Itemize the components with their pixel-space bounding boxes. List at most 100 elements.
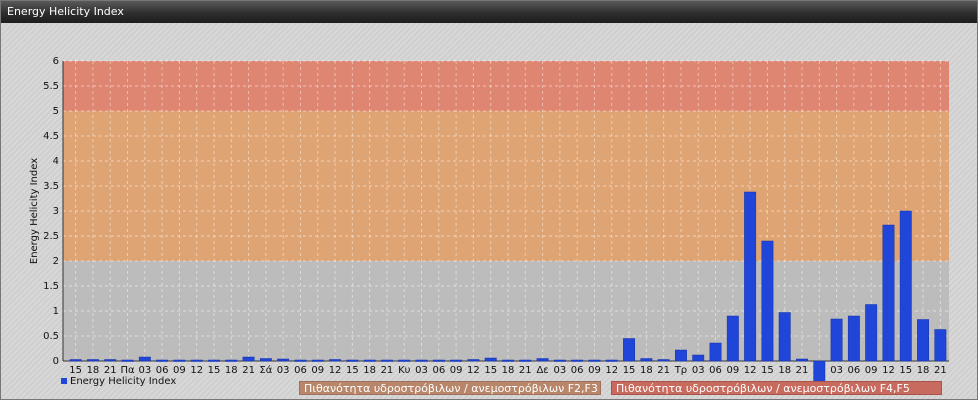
bar [138,356,151,362]
x-tick-label: 06 [432,365,445,376]
x-tick-label: 06 [294,365,307,376]
bar [657,359,670,362]
bar [329,359,342,362]
x-tick-label: 12 [744,365,757,376]
y-tick-label: 0 [53,356,59,367]
bar [190,359,203,362]
y-tick-label: 1 [53,306,59,317]
y-tick-label: 4.5 [43,131,59,142]
y-tick-label: 3.5 [43,181,59,192]
x-tick-label: 09 [173,365,186,376]
x-tick-label: 21 [519,365,532,376]
bar [519,359,532,362]
x-tick-label: 21 [657,365,670,376]
energy-helicity-chart: 0 0.5 1 1.5 2 2.5 3 3.5 4 4.5 5 5.5 6 Energy Helicity… [29,56,949,393]
x-tick-label: 21 [796,365,809,376]
bar [674,349,687,362]
bar [208,359,220,362]
x-tick-label: 21 [381,365,394,376]
bar [778,312,791,362]
x-tick-label: 18 [778,365,791,376]
x-tick-label: 18 [640,365,653,376]
bar [865,304,878,362]
x-tick-label: 12 [329,365,342,376]
x-tick-label: 06 [571,365,584,376]
y-tick-label: 0.5 [43,331,59,342]
x-tick-label: 18 [225,365,238,376]
bar [277,358,290,362]
y-axis-label: Energy Helicity Index [29,158,40,264]
bar [640,358,653,362]
bar [156,359,169,362]
bar [571,359,584,362]
x-tick-label: Σά [259,364,272,376]
x-tick-label: 03 [554,365,567,376]
bar [104,359,117,362]
bar [934,329,947,362]
bar [311,359,324,362]
x-tick-label: 06 [709,365,722,376]
x-tick-label: 12 [467,365,480,376]
y-tick-label: 1.5 [43,281,59,292]
x-tick-label: 15 [69,365,82,376]
bar [450,359,463,362]
bar [709,342,722,362]
x-tick-label: 18 [363,365,376,376]
x-tick-label: 06 [156,365,169,376]
x-tick-label: 03 [692,365,705,376]
bar [432,359,445,362]
bar [899,210,912,362]
x-tick-label: 09 [726,365,739,376]
bar [605,359,618,362]
x-tick-label: 15 [623,365,636,376]
bar [726,315,739,362]
x-tick-label: 15 [208,365,221,376]
x-tick-label: 03 [138,365,151,376]
x-tick-label: 03 [277,365,290,376]
x-tick-label: Τρ [674,365,687,376]
x-tick-label: 21 [242,365,255,376]
bar [882,224,895,362]
x-tick-label: 06 [848,365,861,376]
x-tick-label: 09 [450,365,463,376]
x-tick-label: 12 [190,365,203,376]
bar [484,357,497,362]
bar [363,359,376,362]
bar [415,359,428,362]
bar [744,191,757,362]
series-legend: Energy Helicity Index [61,376,176,387]
bar [294,359,307,362]
y-tick-label: 3 [53,206,59,217]
x-tick-label: 15 [346,365,359,376]
bar [502,359,514,362]
bar [69,359,82,362]
band-legend-f2f3: Πιθανότητα υδροστρόβιλων / ανεμοστρόβιλω… [299,381,601,395]
x-tick-label: 18 [502,365,515,376]
bar [761,240,774,362]
x-tick-label: Κυ [398,365,411,376]
x-tick-label: 21 [104,365,117,376]
y-tick-label: 2 [53,256,59,267]
x-tick-label: 09 [311,365,324,376]
series-legend-label: Energy Helicity Index [70,376,177,387]
band-legend-f4f5: Πιθανότητα υδροστρόβιλων / ανεμοστρόβιλω… [611,381,942,395]
chart-window: Energy Helicity Index 0 0.5 1 1.5 2 2.5 3 3.5 4 4… [0,0,978,400]
series-legend-swatch [61,378,67,384]
bar [796,358,808,362]
x-tick-label: 15 [899,365,912,376]
y-tick-label: 6 [53,56,59,67]
bar [398,359,411,362]
bar [536,358,549,362]
bar [847,315,860,362]
x-tick-label: 15 [761,365,774,376]
x-tick-label: 12 [882,365,895,376]
bar [225,359,238,362]
bar [121,359,134,362]
x-tick-label: 15 [484,365,497,376]
bar [692,354,705,362]
y-tick-label: 2.5 [43,231,59,242]
bar [623,338,636,362]
bar [588,359,601,362]
bar [380,359,393,362]
x-tick-label: 09 [588,365,601,376]
